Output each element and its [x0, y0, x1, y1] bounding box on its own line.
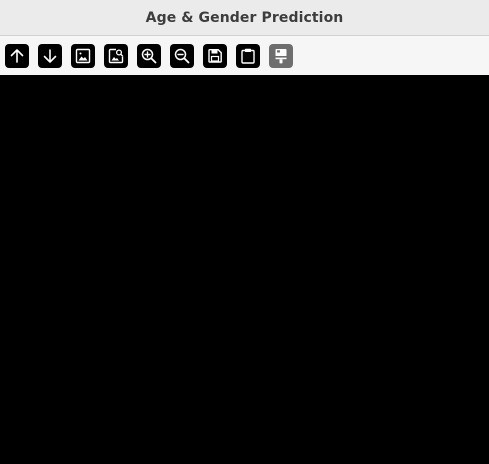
copy-to-clipboard-button[interactable] — [236, 43, 260, 68]
zoom-in-button[interactable] — [137, 43, 161, 68]
save-icon — [208, 48, 222, 63]
detect-faces-button[interactable] — [104, 43, 128, 68]
arrow-down-icon — [43, 48, 57, 63]
image-canvas[interactable] — [0, 75, 489, 464]
toolbar — [0, 36, 489, 75]
zoom-out-button[interactable] — [170, 43, 194, 68]
move-up-button[interactable] — [5, 43, 29, 68]
move-down-button[interactable] — [38, 43, 62, 68]
clear-button[interactable] — [269, 43, 293, 68]
zoom-in-icon — [141, 48, 157, 63]
image-icon — [75, 48, 91, 63]
image-search-icon — [108, 48, 124, 63]
arrow-up-icon — [10, 48, 24, 63]
save-button[interactable] — [203, 43, 227, 68]
open-image-button[interactable] — [71, 43, 95, 68]
paint-brush-icon — [275, 48, 287, 63]
app-window: Age & Gender Prediction — [0, 0, 489, 464]
title-bar[interactable]: Age & Gender Prediction — [0, 0, 489, 36]
clipboard-icon — [241, 48, 255, 64]
window-title: Age & Gender Prediction — [145, 9, 344, 26]
zoom-out-icon — [174, 48, 190, 63]
